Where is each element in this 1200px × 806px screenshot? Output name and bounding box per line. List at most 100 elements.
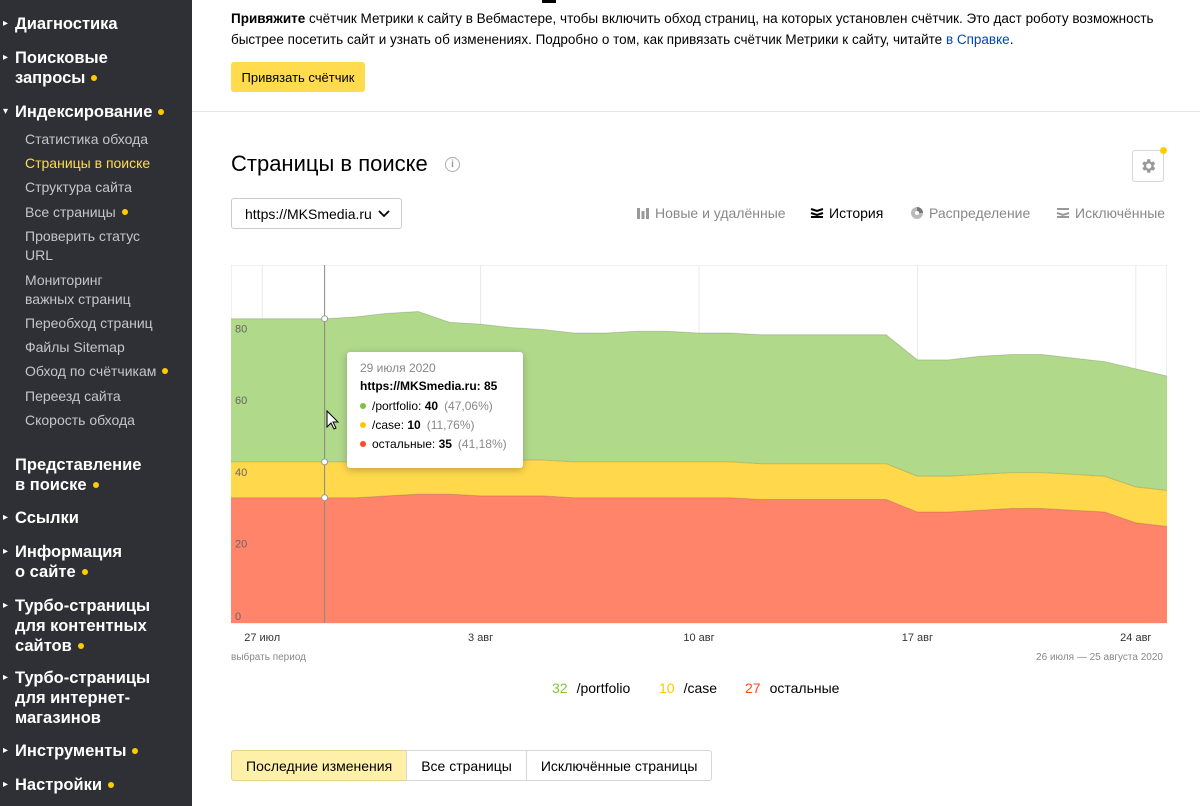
tab-recent-changes[interactable]: Последние изменения [231,750,408,781]
tooltip-site: https://MKSmedia.ru: 85 [360,379,498,393]
sidebar-subitem-label: Проверить статус URL [25,228,141,263]
sidebar-subitem-check-url[interactable]: Проверить статус URL [25,227,155,265]
tab-label: Исключённые [1075,205,1166,221]
x-tick-label: 17 авг [902,632,933,644]
sidebar-item-site-info[interactable]: ▸ Информация о сайте [3,542,135,582]
hover-point [321,494,329,502]
sidebar-item-search-queries[interactable]: ▸ Поисковые запросы [3,48,135,88]
legend-item-case[interactable]: 10 /case [659,680,717,696]
sidebar-item-label: Инструменты [15,742,127,760]
x-tick-label: 10 авг [683,632,714,644]
site-select-value: https://MKSmedia.ru [245,205,372,222]
bars-icon [637,208,649,219]
sidebar-subitem-site-structure[interactable]: Структура сайта [25,178,185,197]
sidebar-item-label: Ссылки [15,509,79,527]
sidebar-item-turbo-shops[interactable]: ▸ Турбо-страницы для интернет-магазинов [3,668,165,728]
series-dot [360,441,366,447]
hover-point [321,458,329,466]
help-link[interactable]: в Справке [946,32,1010,47]
notification-dot [81,568,88,575]
legend-label: остальные [769,680,840,696]
sidebar-item-label: Информация о сайте [15,543,123,581]
notification-dot [91,74,98,81]
notice-text: счётчик Метрики к сайту в Вебмастере, чт… [231,11,1154,47]
sidebar-item-turbo-content[interactable]: ▸ Турбо-страницы для контентных сайтов [3,596,165,656]
tooltip-row-name: /case [372,418,401,432]
pie-icon [911,207,923,219]
legend-item-other[interactable]: 27 остальные [745,680,839,696]
chevron-right-icon: ▸ [3,18,9,29]
tab-label: Новые и удалённые [655,205,786,221]
period-range: 26 июля — 25 августа 2020 [1036,652,1163,663]
y-tick-label: 20 [235,538,247,550]
period-hint[interactable]: выбрать период [231,651,306,663]
tooltip-row: /case: 10 (11,76%) [360,418,510,432]
sidebar-item-label: Диагностика [15,15,118,33]
tab-label: История [829,205,884,221]
tooltip-row-value: 35 [438,437,452,451]
gear-icon [1142,159,1156,173]
notice-bold: Привяжите [231,11,306,26]
sidebar: ▸ Диагностика ▸ Поисковые запросы ▾ Инде… [0,0,192,806]
legend-count: 32 [552,680,568,696]
tab-new-deleted[interactable]: Новые и удалённые [636,205,786,221]
notification-dot [158,108,165,115]
link-counter-button[interactable]: Привязать счётчик [231,62,365,92]
notification-dot [121,209,128,216]
sidebar-subitem-counter-crawl[interactable]: Обход по счётчикам [25,362,185,381]
sidebar-subitem-recrawl[interactable]: Переобход страниц [25,314,185,333]
tooltip-row-pct: (41,18%) [457,437,507,451]
sidebar-subitem-crawl-speed[interactable]: Скорость обхода [25,411,185,430]
tab-excluded-pages[interactable]: Исключённые страницы [525,750,713,781]
site-select[interactable]: https://MKSmedia.ru [231,198,402,229]
notification-dot [1160,147,1167,154]
tab-all-pages[interactable]: Все страницы [406,750,527,781]
sidebar-subitem-label: Скорость обхода [25,412,135,428]
sidebar-item-search-appearance[interactable]: Представление в поиске [15,455,155,495]
tooltip-row: /portfolio: 40 (47,06%) [360,399,510,413]
sidebar-subitem-site-move[interactable]: Переезд сайта [25,387,185,406]
sidebar-item-tools[interactable]: ▸ Инструменты [3,741,139,761]
x-tick-label: 3 авг [468,632,493,644]
chevron-right-icon: ▸ [3,512,9,523]
y-tick-label: 0 [235,611,241,623]
sidebar-item-settings[interactable]: ▸ Настройки [3,775,115,795]
tooltip-date: 29 июля 2020 [360,361,436,375]
y-tick-label: 40 [235,467,247,479]
sidebar-subitem-pages-in-search[interactable]: Страницы в поиске [25,154,185,173]
sidebar-subitem-label: Страницы в поиске [25,155,151,171]
chart-tooltip: 29 июля 2020 https://MKSmedia.ru: 85 /po… [347,352,523,468]
sidebar-item-label: Представление в поиске [15,456,142,494]
sidebar-subitem-label: Переобход страниц [25,315,153,331]
page-title: Страницы в поиске [231,151,428,176]
notification-dot [108,781,115,788]
sidebar-subitem-crawl-stats[interactable]: Статистика обхода [25,130,185,149]
sidebar-item-indexing[interactable]: ▾ Индексирование [3,102,165,122]
sidebar-item-diagnostics[interactable]: ▸ Диагностика [3,14,118,34]
tab-history[interactable]: История [810,205,883,221]
legend-item-portfolio[interactable]: 32 /portfolio [552,680,630,696]
sidebar-subitem-sitemap[interactable]: Файлы Sitemap [25,338,185,357]
sidebar-subitem-important-pages[interactable]: Мониторинг важных страниц [25,271,145,309]
chevron-right-icon: ▸ [3,600,9,611]
pages-tabs: Последние изменения Все страницы Исключё… [231,750,713,781]
notification-dot [162,368,169,375]
sidebar-item-label: Индексирование [15,103,153,121]
chevron-down-icon: ▾ [3,106,9,117]
tab-label: Распределение [929,205,1031,221]
settings-button[interactable] [1132,150,1164,182]
tab-distribution[interactable]: Распределение [910,205,1030,221]
series-dot [360,422,366,428]
sidebar-item-links[interactable]: ▸ Ссылки [3,508,79,528]
info-icon[interactable]: i [445,157,460,172]
y-tick-label: 80 [235,324,247,336]
tab-excluded[interactable]: Исключённые [1056,205,1165,221]
sidebar-subitem-label: Переезд сайта [25,388,121,404]
layers-icon [810,208,824,218]
main-content: Привяжите счётчик Метрики к сайту в Вебм… [192,0,1200,806]
hover-point [321,315,329,323]
sidebar-subitem-label: Обход по счётчикам [25,363,157,379]
series-dot [360,403,366,409]
sidebar-subitem-all-pages[interactable]: Все страницы [25,203,185,222]
notification-dot [92,481,99,488]
